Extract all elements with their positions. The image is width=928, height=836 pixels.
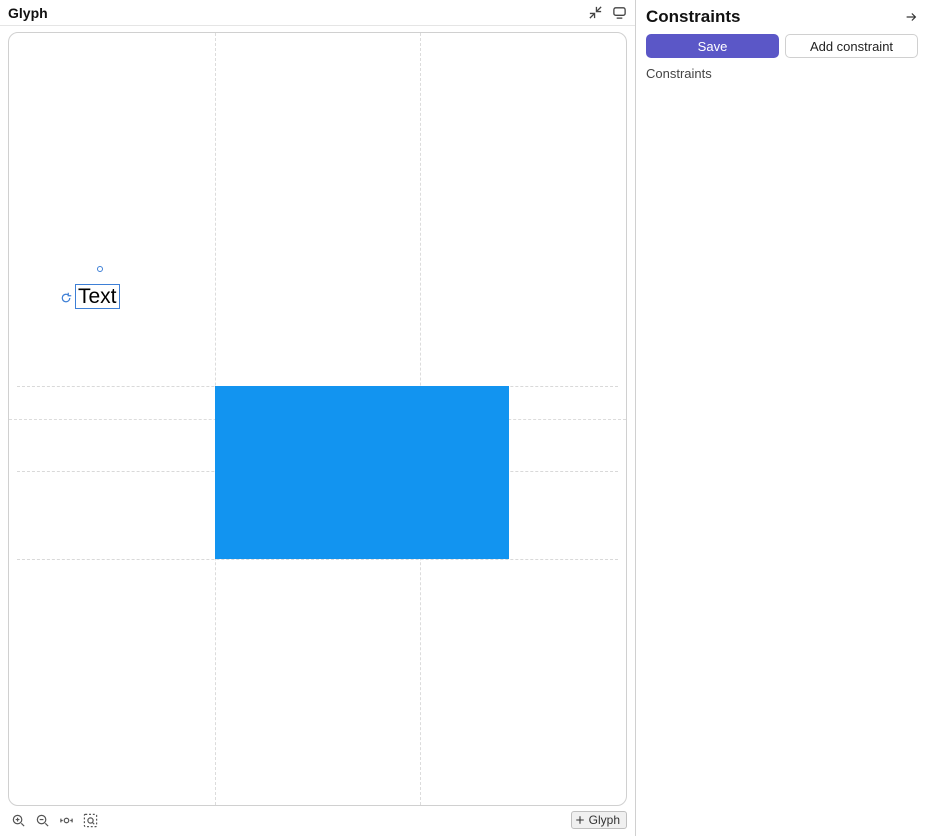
- zoom-selection-icon[interactable]: [80, 810, 100, 830]
- plus-icon: [574, 814, 586, 826]
- save-button[interactable]: Save: [646, 34, 779, 58]
- add-glyph-chip[interactable]: Glyph: [571, 811, 627, 829]
- guide-line-bottom[interactable]: [17, 559, 618, 560]
- collapse-icon[interactable]: [585, 3, 605, 23]
- app-root: Glyph: [0, 0, 928, 836]
- main-header: Glyph: [0, 0, 635, 26]
- canvas-footer: Glyph: [0, 808, 635, 836]
- text-mark[interactable]: Text: [75, 284, 120, 309]
- add-constraint-button[interactable]: Add constraint: [785, 34, 918, 58]
- add-glyph-chip-label: Glyph: [589, 813, 620, 827]
- zoom-in-icon[interactable]: [8, 810, 28, 830]
- pivot-handle[interactable]: [97, 266, 103, 272]
- main-panel: Glyph: [0, 0, 636, 836]
- main-title: Glyph: [8, 5, 48, 21]
- canvas[interactable]: Text: [8, 32, 627, 806]
- rotate-handle-icon[interactable]: [59, 291, 73, 305]
- constraints-button-row: Save Add constraint: [636, 34, 928, 64]
- constraints-header: Constraints: [636, 0, 928, 34]
- zoom-out-icon[interactable]: [32, 810, 52, 830]
- rectangle-mark[interactable]: [215, 386, 509, 559]
- collapse-panel-icon[interactable]: [902, 8, 920, 26]
- constraints-title: Constraints: [646, 7, 740, 27]
- preview-icon[interactable]: [609, 3, 629, 23]
- zoom-fit-icon[interactable]: [56, 810, 76, 830]
- constraints-list-heading: Constraints: [636, 64, 928, 83]
- constraints-panel: Constraints Save Add constraint Constrai…: [636, 0, 928, 836]
